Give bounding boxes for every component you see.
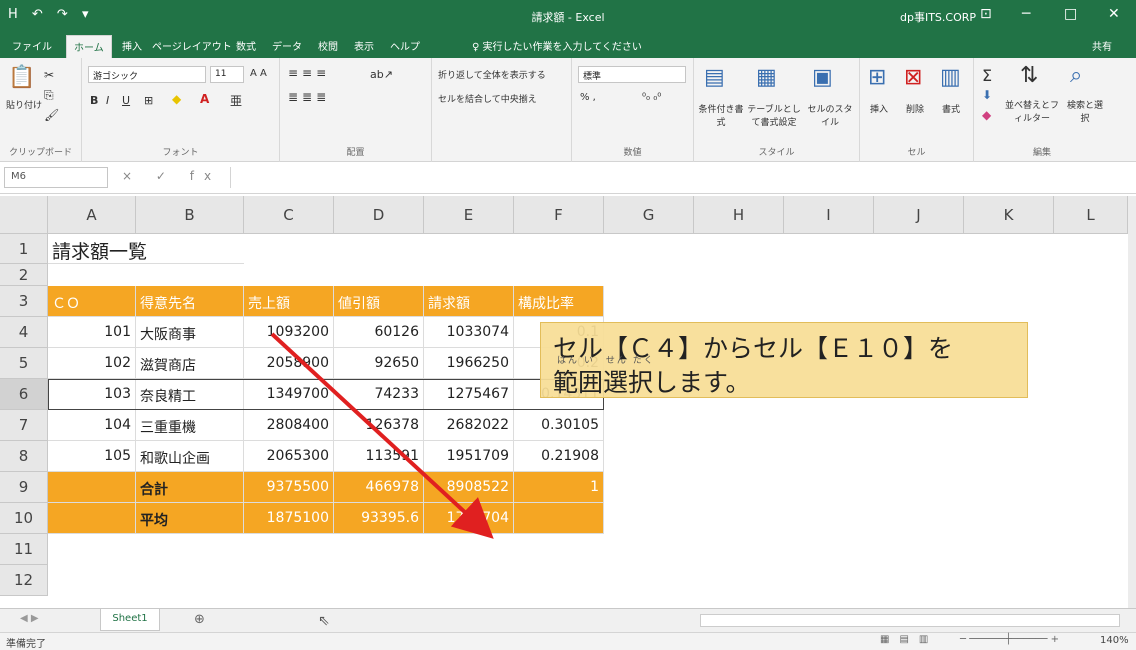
zoom-level[interactable]: 140% [1100, 635, 1129, 646]
status-bar: 準備完了 ▦▤▥ ─ ──────┼────── + 140% [0, 632, 1136, 650]
view-mode-icons[interactable]: ▦▤▥ [880, 634, 938, 645]
status-ready: 準備完了 [6, 639, 46, 650]
zoom-slider[interactable]: ─ ──────┼────── + [960, 634, 1059, 645]
callout-line-2: 範囲選択します。 [553, 368, 751, 397]
instruction-callout: セル【Ｃ４】からセル【Ｅ１０】を はん い せん たく 範囲選択します。 [540, 322, 1028, 398]
vertical-scrollbar[interactable] [1128, 196, 1136, 608]
mouse-cursor-icon: ⇖ [318, 613, 330, 629]
horizontal-scrollbar[interactable] [700, 614, 1120, 627]
sheet-tab-sheet1[interactable]: Sheet1 [100, 609, 160, 631]
arrow-line [270, 332, 494, 539]
sheet-nav-arrows[interactable]: ◀ ▶ [20, 613, 39, 624]
sheet-tab-bar: ◀ ▶ Sheet1 ⊕ ⇖ [0, 608, 1136, 632]
add-sheet-icon[interactable]: ⊕ [194, 612, 205, 627]
